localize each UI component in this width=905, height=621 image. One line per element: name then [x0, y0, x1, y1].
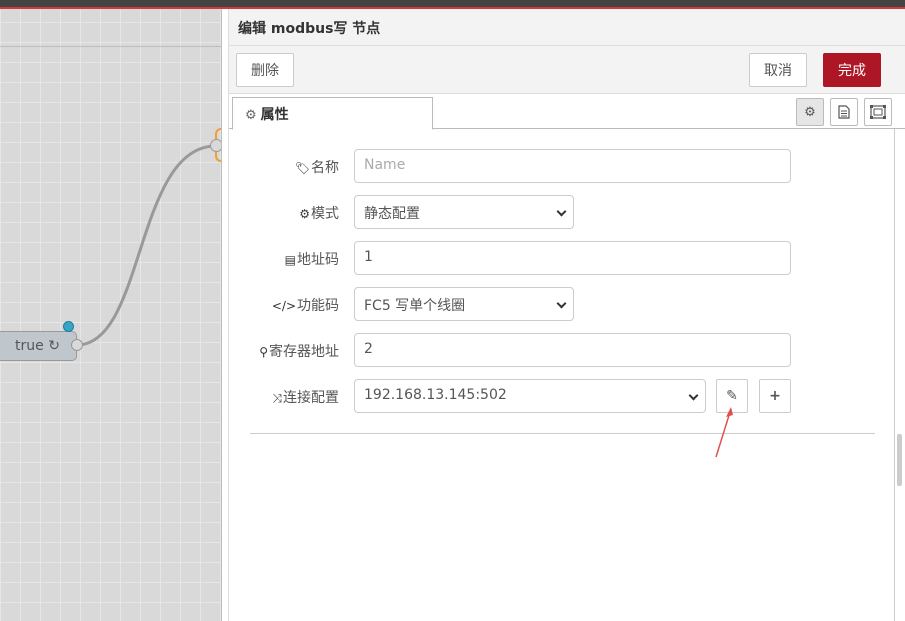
- tab-properties-label: 属性: [260, 107, 289, 123]
- mode-select-value: 静态配置: [364, 206, 420, 222]
- function-code-select-value: FC5 写单个线圈: [364, 298, 466, 314]
- connection-select-value: 192.168.13.145:502: [364, 387, 507, 403]
- chevron-down-icon: [688, 390, 699, 401]
- delete-button[interactable]: 删除: [236, 53, 294, 87]
- connection-label: ⤨连接配置: [272, 390, 339, 406]
- tray-title: 编辑 modbus写 节点: [229, 9, 905, 46]
- object-group-icon: [870, 105, 886, 119]
- name-label: 🏷名称: [294, 160, 339, 176]
- tray-toolbar: 删除 取消 完成: [229, 46, 905, 94]
- done-button[interactable]: 完成: [823, 53, 881, 87]
- address-code-label: ▤地址码: [284, 252, 339, 268]
- file-text-icon: [838, 105, 850, 119]
- plus-icon: +: [769, 388, 781, 404]
- mode-label: ⚙模式: [299, 206, 339, 222]
- cancel-button[interactable]: 取消: [749, 53, 807, 87]
- editor-tray: 编辑 modbus写 节点 删除 取消 完成 ⚙ 属性 ⚙ 🏷名称 Name ⚙模…: [221, 9, 905, 621]
- chevron-down-icon: [556, 206, 567, 217]
- connection-select[interactable]: 192.168.13.145:502: [354, 379, 706, 413]
- tag-icon: 🏷: [294, 161, 310, 175]
- tab-appearance-button[interactable]: [864, 98, 892, 126]
- gear-icon: ⚙: [804, 104, 816, 120]
- random-icon: ⤨: [272, 391, 282, 405]
- code-icon: </>: [271, 299, 296, 313]
- tray-scroll-handle[interactable]: [897, 434, 902, 486]
- annotation-arrow: [715, 407, 733, 458]
- inject-node-output-port[interactable]: [71, 339, 83, 351]
- gear-icon: ⚙: [245, 108, 257, 123]
- function-code-select[interactable]: FC5 写单个线圈: [354, 287, 574, 321]
- form-row-address-code: ▤地址码 1: [229, 241, 889, 275]
- inject-node[interactable]: true ↻: [0, 331, 77, 361]
- form-row-function-code: </>功能码 FC5 写单个线圈: [229, 287, 889, 321]
- form-row-register-address: ⚲寄存器地址 2: [229, 333, 889, 367]
- tray-content-border: [894, 129, 895, 621]
- function-code-label: </>功能码: [271, 298, 339, 314]
- gear-icon: ⚙: [299, 207, 310, 221]
- chevron-down-icon: [556, 298, 567, 309]
- refresh-icon: ↻: [48, 338, 60, 354]
- inject-node-label: true ↻: [15, 338, 60, 354]
- mode-select[interactable]: 静态配置: [354, 195, 574, 229]
- form-row-mode: ⚙模式 静态配置: [229, 195, 889, 229]
- node-changed-indicator: [63, 321, 74, 332]
- address-code-input[interactable]: 1: [354, 241, 791, 275]
- form-divider: [250, 433, 875, 434]
- tabs-bar: ⚙ 属性 ⚙: [229, 94, 905, 130]
- top-bar-accent: [0, 7, 905, 9]
- map-marker-icon: ⚲: [259, 345, 268, 359]
- tab-description-button[interactable]: [830, 98, 858, 126]
- register-address-label: ⚲寄存器地址: [259, 344, 339, 360]
- form-row-connection: ⤨连接配置 192.168.13.145:502 ✎ +: [229, 379, 889, 413]
- flow-workspace[interactable]: true ↻: [0, 0, 223, 621]
- add-config-button[interactable]: +: [759, 379, 791, 413]
- name-input[interactable]: Name: [354, 149, 791, 183]
- form-row-name: 🏷名称 Name: [229, 149, 889, 183]
- register-address-input[interactable]: 2: [354, 333, 791, 367]
- tab-properties[interactable]: ⚙ 属性: [232, 97, 433, 130]
- flow-wire[interactable]: [0, 0, 221, 621]
- tab-settings-button[interactable]: ⚙: [796, 98, 824, 126]
- id-card-icon: ▤: [284, 253, 296, 267]
